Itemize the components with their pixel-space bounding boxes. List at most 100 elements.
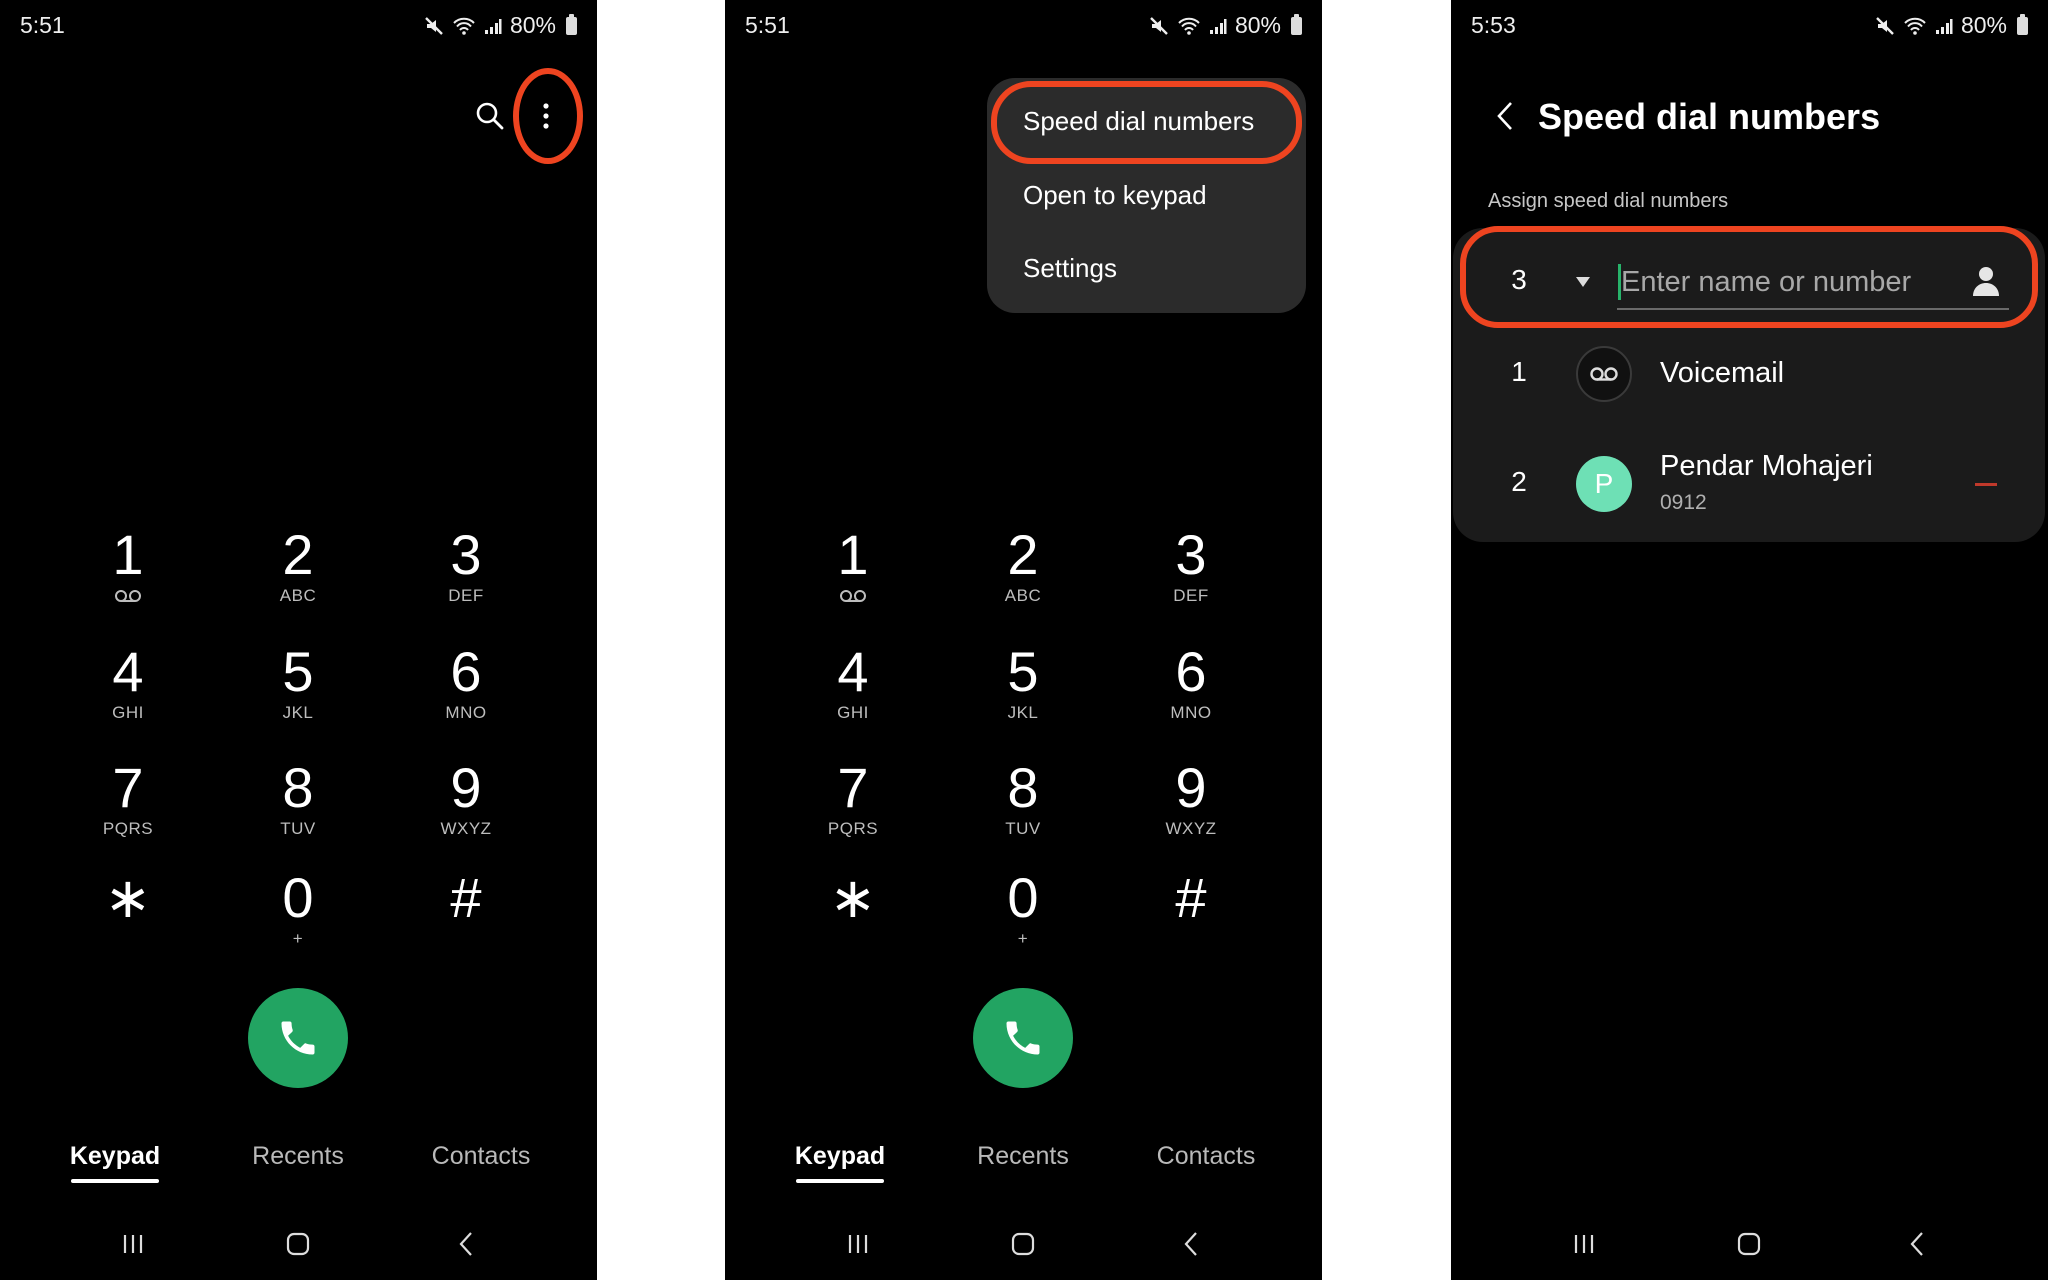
bottom-tabs: Keypad Recents Contacts	[725, 1142, 1322, 1192]
highlight-callout-more	[513, 68, 583, 164]
recent-apps-icon	[1574, 1235, 1594, 1253]
key-7[interactable]: 7 PQRS	[778, 760, 928, 860]
key-4[interactable]: 4 GHI	[778, 644, 928, 744]
back-icon	[1184, 1232, 1197, 1256]
home-icon	[286, 1232, 310, 1256]
tab-contacts[interactable]: Contacts	[391, 1142, 571, 1171]
key-hash[interactable]: #	[1116, 870, 1266, 970]
page-title: Speed dial numbers	[1538, 96, 1881, 137]
battery-icon	[566, 13, 577, 35]
battery-percent: 80%	[509, 12, 556, 38]
entry-number: 1	[1511, 356, 1527, 387]
key-8[interactable]: 8 TUV	[223, 760, 373, 860]
voicemail-icon	[1590, 366, 1618, 381]
highlight-callout-assign-row	[1460, 226, 2038, 328]
voicemail-icon	[115, 590, 141, 602]
call-button[interactable]	[248, 988, 348, 1088]
back-icon	[1910, 1232, 1923, 1256]
key-0[interactable]: 0 +	[948, 870, 1098, 970]
key-1[interactable]: 1	[53, 527, 203, 627]
menu-item-open-to-keypad[interactable]: Open to keypad	[1023, 180, 1207, 211]
wifi-icon	[1178, 17, 1200, 35]
phone-icon	[1006, 1021, 1040, 1055]
key-5[interactable]: 5 JKL	[948, 644, 1098, 744]
key-star[interactable]: ∗	[778, 870, 928, 970]
signal-icon	[1935, 18, 1953, 34]
highlight-callout-speed-dial	[991, 81, 1302, 164]
wifi-icon	[1904, 17, 1926, 35]
contact-avatar: P	[1576, 456, 1632, 512]
key-6[interactable]: 6 MNO	[1116, 644, 1266, 744]
back-button[interactable]	[444, 1222, 488, 1266]
minus-icon	[1975, 482, 1997, 486]
key-4[interactable]: 4 GHI	[53, 644, 203, 744]
key-2[interactable]: 2 ABC	[948, 527, 1098, 627]
recent-apps-button[interactable]	[111, 1222, 155, 1266]
call-button[interactable]	[973, 988, 1073, 1088]
key-1[interactable]: 1	[778, 527, 928, 627]
screen-speed-dial-numbers: 5:53 80% Speed dial numbers Assign speed…	[1451, 0, 2048, 1280]
screen-dialer-keypad: 5:51 80% 1 2 ABC 3 DEF 4 GHI 5 JKL 6 MNO 7 PQR…	[0, 0, 597, 1280]
mute-icon	[1150, 16, 1168, 35]
wifi-icon	[453, 17, 475, 35]
key-6[interactable]: 6 MNO	[391, 644, 541, 744]
key-9[interactable]: 9 WXYZ	[391, 760, 541, 860]
tab-contacts[interactable]: Contacts	[1116, 1142, 1296, 1171]
tab-keypad[interactable]: Keypad	[750, 1142, 930, 1171]
tab-keypad[interactable]: Keypad	[25, 1142, 205, 1171]
tab-recents[interactable]: Recents	[933, 1142, 1113, 1171]
key-7[interactable]: 7 PQRS	[53, 760, 203, 860]
voicemail-icon	[840, 590, 866, 602]
menu-item-settings[interactable]: Settings	[1023, 253, 1117, 284]
phone-icon	[281, 1021, 315, 1055]
search-icon	[476, 102, 504, 130]
entry-name: Pendar Mohajeri	[1660, 450, 1873, 482]
avatar-letter: P	[1594, 468, 1614, 499]
home-icon	[1011, 1232, 1035, 1256]
battery-icon	[2017, 13, 2028, 35]
home-button[interactable]	[276, 1222, 320, 1266]
battery-percent: 80%	[1960, 12, 2007, 38]
key-5[interactable]: 5 JKL	[223, 644, 373, 744]
status-icons: 80%	[1149, 12, 1302, 39]
voicemail-avatar	[1576, 346, 1632, 402]
entry-phone: 0912	[1660, 491, 1707, 514]
key-0[interactable]: 0 +	[223, 870, 373, 970]
home-icon	[1737, 1232, 1761, 1256]
key-8[interactable]: 8 TUV	[948, 760, 1098, 860]
back-icon	[459, 1232, 472, 1256]
status-icons: 80%	[424, 12, 577, 39]
key-3[interactable]: 3 DEF	[391, 527, 541, 627]
screen-dialer-menu: 5:51 80% Speed dial numbers Open to keyp…	[725, 0, 1322, 1280]
tab-recents[interactable]: Recents	[208, 1142, 388, 1171]
active-tab-indicator	[796, 1179, 884, 1183]
signal-icon	[1209, 18, 1227, 34]
section-subtitle: Assign speed dial numbers	[1488, 190, 1729, 212]
key-2[interactable]: 2 ABC	[223, 527, 373, 627]
recent-apps-button[interactable]	[836, 1222, 880, 1266]
status-time: 5:53	[1471, 12, 1516, 38]
key-star[interactable]: ∗	[53, 870, 203, 970]
signal-icon	[484, 18, 502, 34]
active-tab-indicator	[71, 1179, 159, 1183]
status-time: 5:51	[745, 12, 790, 38]
battery-icon	[1291, 13, 1302, 35]
mute-icon	[425, 16, 443, 35]
back-button[interactable]	[1895, 1222, 1939, 1266]
status-time: 5:51	[20, 12, 65, 38]
back-button[interactable]	[1485, 96, 1525, 136]
system-nav-bar	[1451, 1222, 2048, 1266]
remove-entry-button[interactable]	[1968, 470, 2004, 498]
back-button[interactable]	[1169, 1222, 1213, 1266]
battery-percent: 80%	[1234, 12, 1281, 38]
key-3[interactable]: 3 DEF	[1116, 527, 1266, 627]
recent-apps-button[interactable]	[1562, 1222, 1606, 1266]
recent-apps-icon	[123, 1235, 143, 1253]
search-button[interactable]	[468, 94, 512, 138]
key-9[interactable]: 9 WXYZ	[1116, 760, 1266, 860]
home-button[interactable]	[1001, 1222, 1045, 1266]
bottom-tabs: Keypad Recents Contacts	[0, 1142, 597, 1192]
home-button[interactable]	[1727, 1222, 1771, 1266]
key-hash[interactable]: #	[391, 870, 541, 970]
mute-icon	[1876, 16, 1894, 35]
